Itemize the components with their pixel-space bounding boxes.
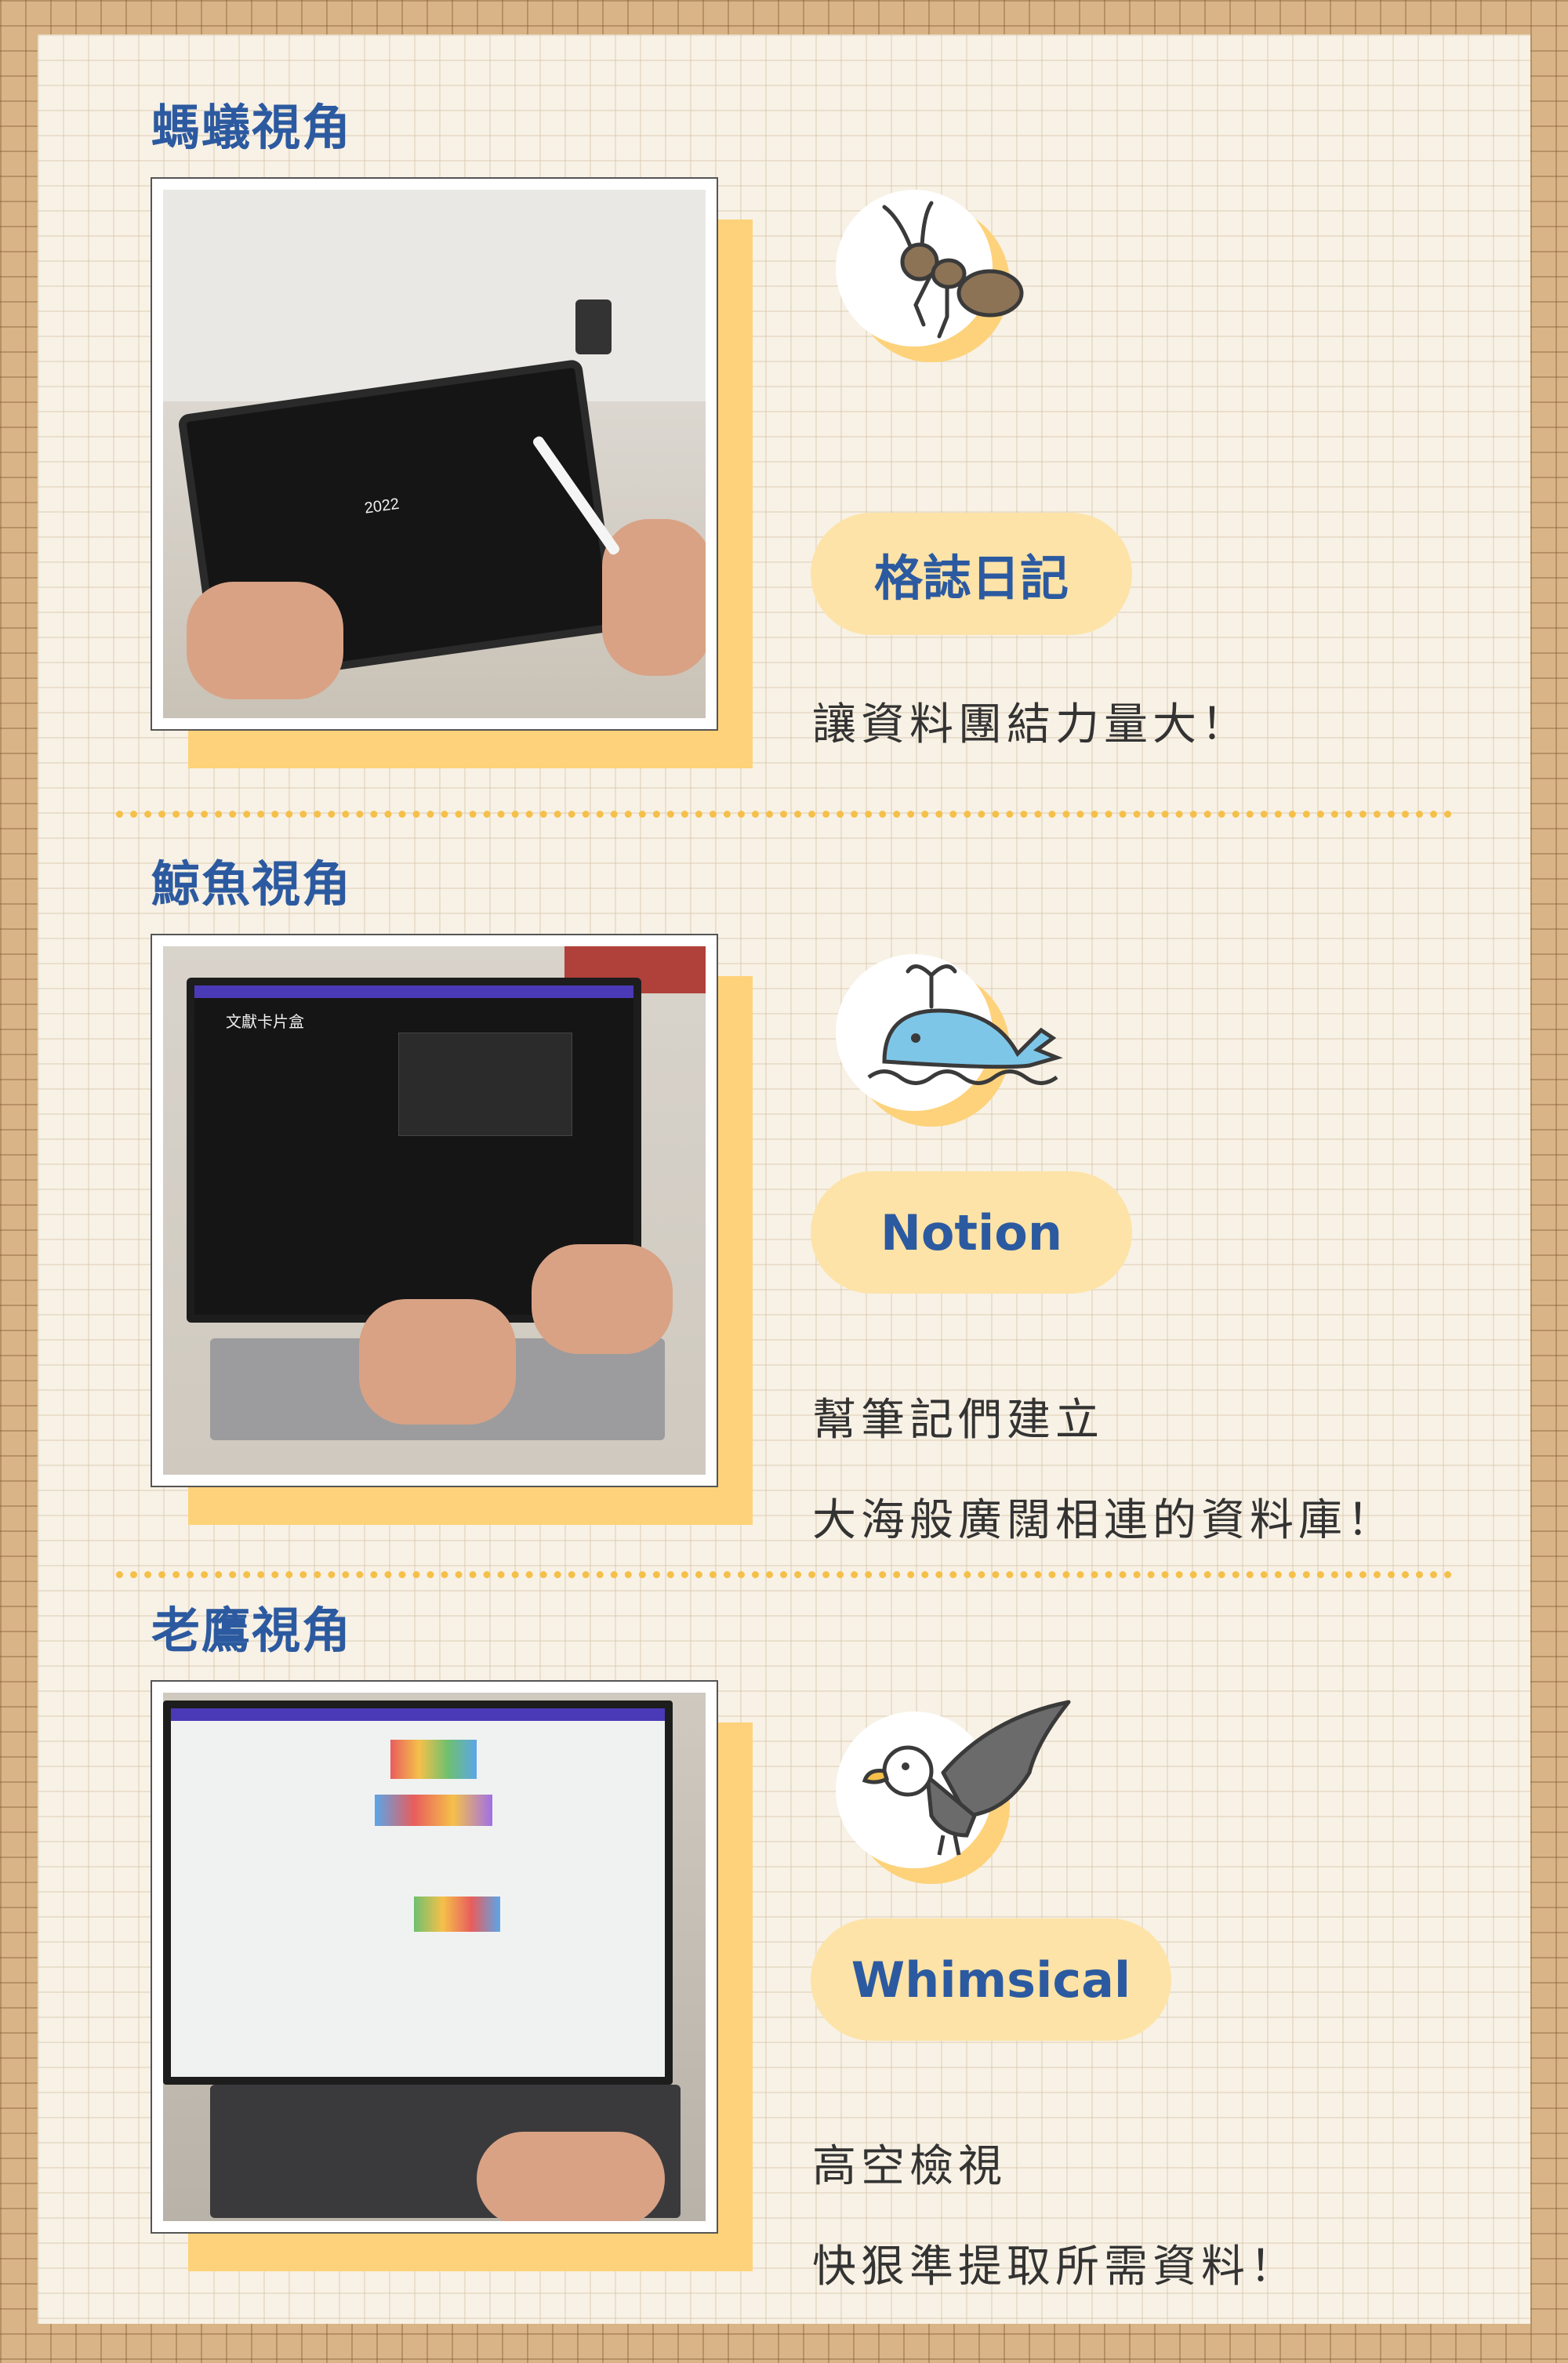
section-heading: 老鷹視角 (151, 1602, 353, 1659)
laptop-photo (163, 1693, 706, 2221)
tool-name-pill: 格誌日記 (811, 513, 1132, 635)
right-hand (532, 1244, 673, 1354)
section-whale-view: 鯨魚視角 文獻卡片盒 Notion 幫筆記們建立 大海般廣闊相連的資料庫！ (38, 791, 1530, 1546)
laptop-screen (163, 1701, 673, 2085)
laptop-photo: 文獻卡片盒 (163, 946, 706, 1475)
whale-icon (867, 964, 1063, 1085)
photo-frame: 文獻卡片盒 (151, 934, 718, 1487)
section-heading: 鯨魚視角 (151, 855, 353, 913)
eagle-icon (862, 1700, 1071, 1856)
tablet-photo: 2022 (163, 190, 706, 718)
tool-name-pill: Whimsical (811, 1918, 1171, 2041)
photo-frame (151, 1680, 718, 2234)
section-eagle-view: 老鷹視角 Whimsical 高空檢視 快狠準提取所需資料！ (38, 1537, 1530, 2292)
description-line: 讓資料團結力量大！ (812, 699, 1250, 750)
left-hand (359, 1299, 516, 1425)
hand (477, 2132, 665, 2221)
section-heading: 螞蟻視角 (151, 99, 353, 156)
description-line-1: 幫筆記們建立 (812, 1395, 1104, 1446)
infographic-card: 螞蟻視角 2022 格誌日記 讓資料團結力量大！ 鯨魚視角 文獻卡片盒 Noti… (38, 34, 1530, 2324)
ant-icon (882, 201, 1024, 339)
description-line-1: 高空檢視 (812, 2141, 1007, 2192)
right-hand (602, 519, 706, 676)
screen-year-text: 2022 (363, 495, 401, 517)
left-hand (187, 582, 343, 699)
section-ant-view: 螞蟻視角 2022 格誌日記 讓資料團結力量大！ (38, 34, 1530, 787)
tool-name-pill: Notion (811, 1171, 1132, 1294)
photo-frame: 2022 (151, 177, 718, 731)
description-line-2: 快狠準提取所需資料！ (812, 2241, 1298, 2292)
screen-title-text: 文獻卡片盒 (226, 1012, 304, 1031)
